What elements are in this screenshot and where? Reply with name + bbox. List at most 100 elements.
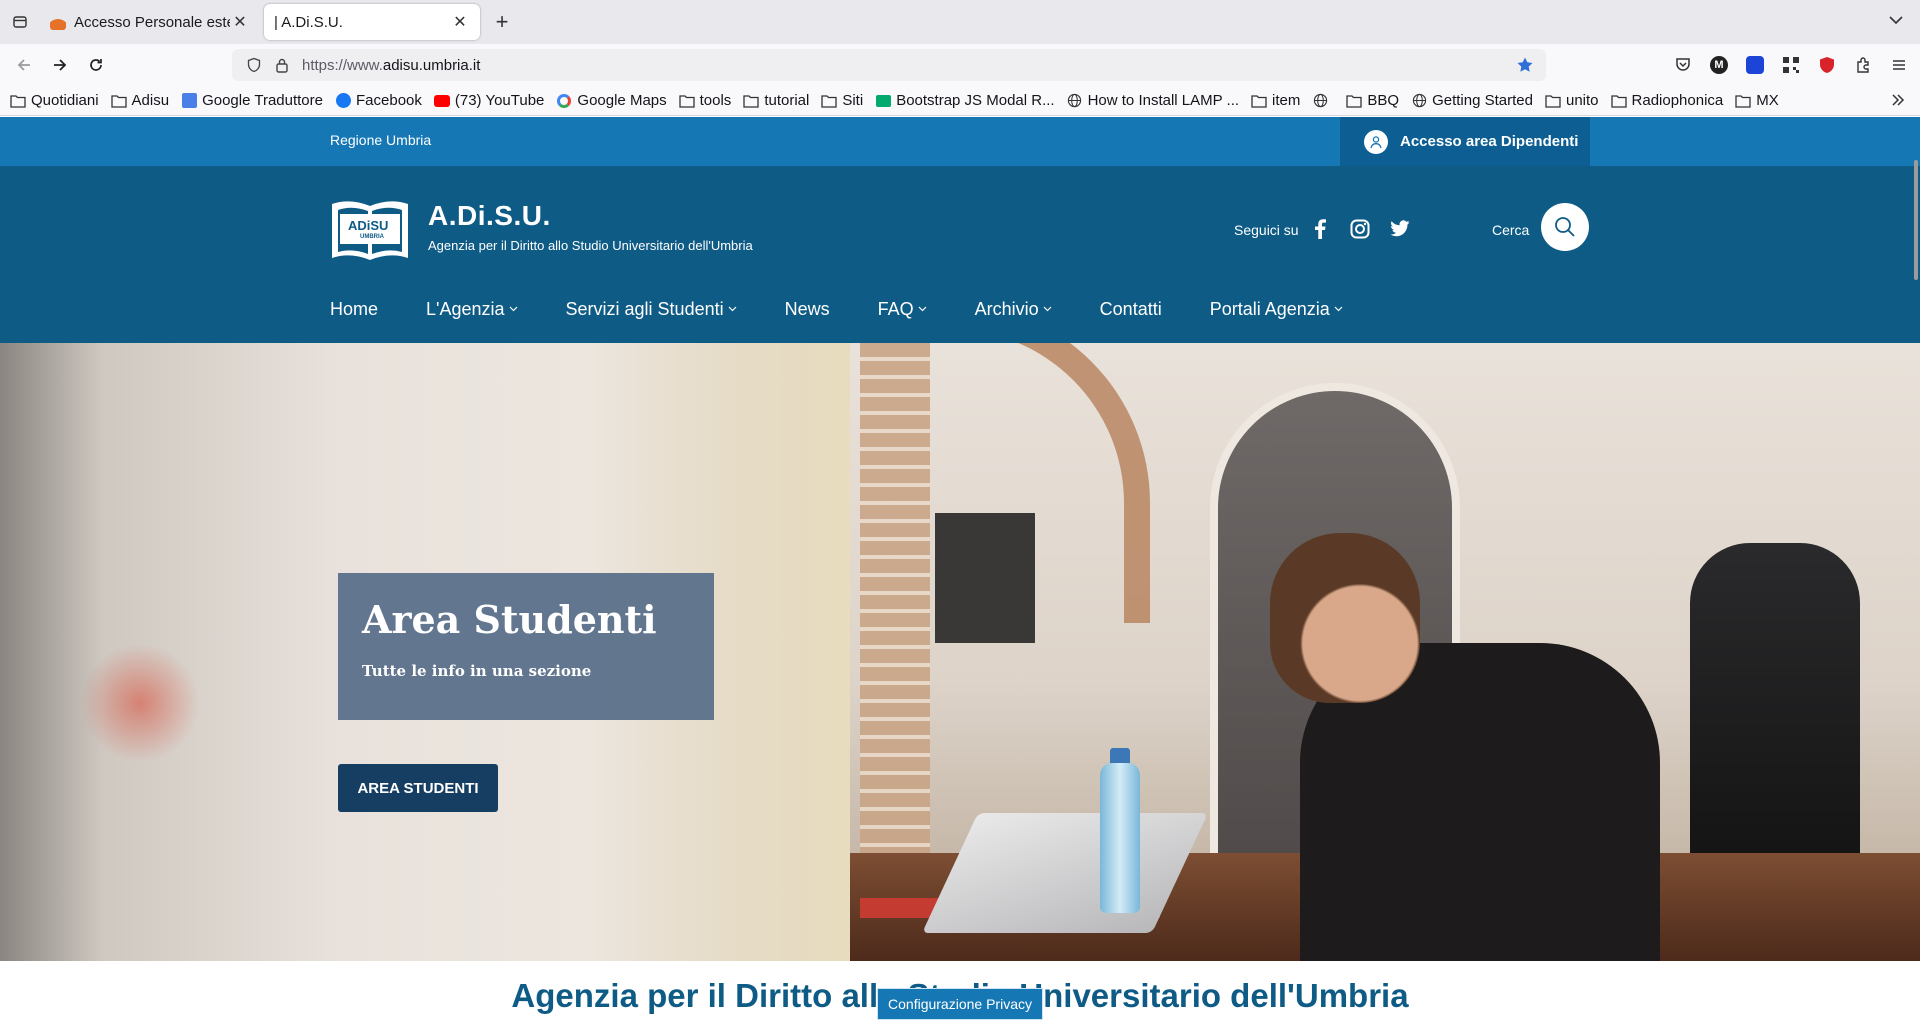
qr-code-icon[interactable] [1778, 52, 1804, 78]
student-head-decoration [1270, 533, 1420, 703]
folder-icon [678, 93, 695, 109]
folder-icon [1735, 93, 1751, 109]
close-icon[interactable]: ✕ [450, 12, 470, 32]
pocket-icon[interactable] [1670, 52, 1696, 78]
bookmark-item[interactable]: Quotidiani [10, 92, 99, 109]
bookmark-item[interactable]: tools [678, 92, 731, 109]
accesso-dipendenti-button[interactable]: Accesso area Dipendenti [1340, 117, 1590, 166]
bookmark-item[interactable]: Siti [821, 92, 863, 109]
user-icon [1364, 129, 1388, 154]
address-bar[interactable]: https://www.adisu.umbria.it [232, 49, 1546, 81]
instagram-icon[interactable] [1347, 216, 1373, 242]
bookmark-label: Radiophonica [1631, 92, 1724, 109]
bookmark-item[interactable] [1312, 93, 1334, 109]
folder-icon [10, 93, 26, 109]
tab-bar: Accesso Personale estern ✕ | A.Di.S.U. ✕… [0, 0, 1920, 44]
forward-button[interactable] [42, 47, 78, 83]
logo-subtext: UMBRIA [360, 234, 384, 240]
puzzle-extensions-icon[interactable] [1850, 52, 1876, 78]
reload-button[interactable] [78, 47, 114, 83]
area-studenti-button[interactable]: AREA STUDENTI [338, 764, 498, 812]
new-tab-button[interactable]: + [484, 4, 520, 40]
bookmark-item[interactable]: Google Maps [556, 92, 667, 109]
hero-card: Area Studenti Tutte le info in una sezio… [338, 573, 714, 720]
bookmark-item[interactable]: How to Install LAMP ... [1067, 92, 1239, 109]
menu-item[interactable]: Home [330, 299, 378, 320]
arrow-right-icon [54, 59, 67, 71]
follow-label: Seguici su [1234, 222, 1299, 238]
window-decoration [935, 513, 1035, 643]
menu-item-label: Home [330, 298, 379, 319]
chevron-down-icon[interactable] [1888, 12, 1904, 28]
bookmark-item[interactable]: BBQ [1346, 92, 1399, 109]
bookmarks-toolbar: Quotidiani Adisu Google Traduttore Facebook… [0, 86, 1920, 116]
bookmark-label: Getting Started [1432, 92, 1533, 109]
menu-item-label: L'Agenzia [426, 298, 505, 319]
bookmark-item[interactable]: Adisu [110, 92, 170, 109]
umbrella-favicon-icon [50, 14, 66, 30]
scrollbar[interactable] [1914, 160, 1918, 280]
site-name[interactable]: A.Di.S.U. [428, 200, 551, 232]
menu-item[interactable]: Contatti [1100, 299, 1162, 320]
google-translate-icon [181, 93, 197, 109]
bitwarden-icon[interactable] [1742, 52, 1768, 78]
brick-column-decoration [860, 343, 930, 863]
bookmark-item[interactable]: Bootstrap JS Modal R... [875, 92, 1055, 109]
tab-accesso-personale[interactable]: Accesso Personale estern ✕ [40, 4, 260, 40]
hamburger-menu-icon[interactable] [1886, 52, 1912, 78]
tab-adisu[interactable]: | A.Di.S.U. ✕ [264, 4, 480, 40]
bookmark-item[interactable]: Radiophonica [1610, 92, 1724, 109]
bookmark-item[interactable]: tutorial [743, 92, 809, 109]
menu-item-label: Portali Agenzia [1209, 298, 1330, 319]
folder-icon [1610, 93, 1627, 109]
shield-icon[interactable] [240, 57, 268, 73]
hero-title: Area Studenti [362, 597, 657, 642]
regione-umbria-link[interactable]: Regione Umbria [330, 132, 431, 148]
menu-item[interactable]: News [785, 299, 830, 320]
menu-item[interactable]: L'Agenzia [426, 299, 518, 320]
folder-icon [821, 93, 837, 109]
back-button[interactable] [6, 47, 42, 83]
w3-icon [875, 93, 891, 109]
facebook-icon[interactable] [1307, 216, 1333, 242]
bookmark-item[interactable]: MX [1735, 92, 1779, 109]
globe-icon [1411, 93, 1427, 109]
url-prefix: https://www. [302, 56, 383, 74]
m-extension-icon[interactable]: M [1706, 52, 1732, 78]
bookmark-label: Siti [842, 92, 864, 109]
site-subtitle: Agenzia per il Diritto allo Studio Unive… [428, 238, 753, 253]
search-button[interactable] [1541, 203, 1589, 251]
bookmark-label: Google Traduttore [202, 92, 323, 109]
hero-subtitle: Tutte le info in una sezione [362, 662, 592, 680]
twitter-icon[interactable] [1387, 216, 1413, 242]
close-icon[interactable]: ✕ [230, 12, 250, 32]
menu-item[interactable]: Archivio [975, 299, 1052, 320]
privacy-settings-button[interactable]: Configurazione Privacy [877, 988, 1043, 1020]
bookmark-label: Quotidiani [31, 92, 99, 109]
adisu-logo[interactable]: ADiSU UMBRIA [330, 196, 410, 262]
menu-item[interactable]: Portali Agenzia [1210, 299, 1343, 320]
bookmark-label: How to Install LAMP ... [1087, 92, 1240, 109]
tab-list-icon [13, 16, 27, 28]
url-text[interactable]: https://www.adisu.umbria.it [302, 57, 480, 74]
bookmark-label: Facebook [356, 92, 422, 109]
ublock-icon[interactable] [1814, 52, 1840, 78]
extensions-toolbar: M [1670, 47, 1912, 83]
bookmark-item[interactable]: unito [1545, 92, 1599, 109]
bookmark-item[interactable]: item [1251, 92, 1300, 109]
bookmark-star-icon[interactable] [1516, 56, 1534, 74]
bookmark-item[interactable]: Getting Started [1411, 92, 1533, 109]
url-host: adisu.umbria.it [382, 56, 481, 74]
menu-item[interactable]: FAQ [878, 299, 927, 320]
tab-list-button[interactable] [0, 0, 40, 44]
bookmark-label: BBQ [1367, 92, 1400, 109]
bookmark-item[interactable]: Google Traduttore [181, 92, 323, 109]
bookmark-item[interactable]: (73) YouTube [433, 92, 544, 109]
site-header: ADiSU UMBRIA A.Di.S.U. Agenzia per il Di… [0, 166, 1920, 343]
bookmarks-overflow-icon[interactable] [1890, 92, 1906, 112]
lock-icon[interactable] [268, 57, 296, 73]
bookmark-item[interactable]: Facebook [335, 92, 422, 109]
bookmark-label: Adisu [131, 92, 170, 109]
folder-icon [1545, 93, 1561, 109]
menu-item[interactable]: Servizi agli Studenti [566, 299, 737, 320]
